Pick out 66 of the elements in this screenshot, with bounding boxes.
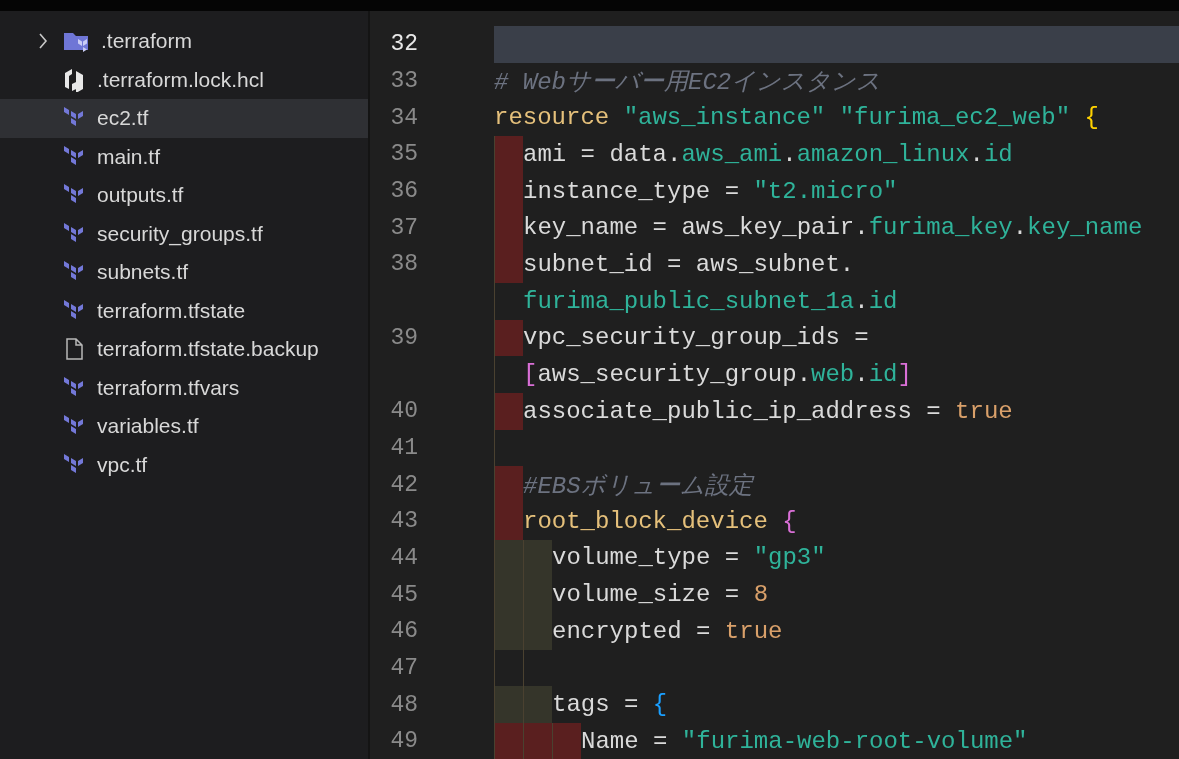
indent-marker xyxy=(494,319,523,357)
code-line: subnet_id = aws_subnet. xyxy=(523,250,855,278)
hcl-icon xyxy=(63,67,85,92)
code-line: key_name = aws_key_pair.furima_key.key_name xyxy=(523,214,1143,242)
line-number: 41 xyxy=(390,434,418,461)
code-line: associate_public_ip_address = true xyxy=(523,397,1013,425)
code-line: root_block_device { xyxy=(523,507,797,535)
line-number: 47 xyxy=(390,655,418,682)
code-line: volume_size = 8 xyxy=(552,581,769,609)
file-item[interactable]: main.tf xyxy=(0,137,368,176)
line-number: 38 xyxy=(390,251,418,278)
line-number: 49 xyxy=(390,728,418,755)
indent-marker xyxy=(494,502,523,540)
indent-marker xyxy=(494,686,523,724)
indent-marker xyxy=(523,723,552,759)
indent-marker xyxy=(523,539,552,577)
file-item[interactable]: ec2.tf xyxy=(0,99,368,138)
code-line: Name = "furima-web-root-volume" xyxy=(581,727,1028,755)
code-line: resource "aws_instance" "furima_ec2_web" { xyxy=(494,104,1099,132)
chevron-icon[interactable] xyxy=(37,32,49,51)
file-item[interactable]: terraform.tfvars xyxy=(0,368,368,407)
line-number: 48 xyxy=(390,691,418,718)
line-number: 40 xyxy=(390,398,418,425)
indent-marker xyxy=(494,466,523,503)
line-number: 37 xyxy=(390,214,418,241)
code-line: furima_public_subnet_1a.id xyxy=(523,287,898,315)
file-item[interactable]: variables.tf xyxy=(0,407,368,446)
indent-marker xyxy=(552,723,581,759)
line-number: 46 xyxy=(390,618,418,645)
code-line: instance_type = "t2.micro" xyxy=(523,177,898,205)
file-item[interactable]: .terraform.lock.hcl xyxy=(0,60,368,99)
line-number: 45 xyxy=(390,581,418,608)
line-number: 39 xyxy=(390,324,418,351)
indent-marker xyxy=(523,686,552,724)
file-item[interactable]: subnets.tf xyxy=(0,253,368,292)
indent-marker xyxy=(494,246,523,283)
line-number: 32 xyxy=(390,31,418,58)
file-item[interactable]: terraform.tfstate.backup xyxy=(0,330,368,369)
line-number: 35 xyxy=(390,141,418,168)
file-icon xyxy=(63,337,85,362)
file-item[interactable]: .terraform xyxy=(0,22,368,61)
indent-marker xyxy=(494,136,523,173)
file-item[interactable]: vpc.tf xyxy=(0,445,368,484)
line-number: 42 xyxy=(390,471,418,498)
code-line: encrypted = true xyxy=(552,617,783,645)
code-line: vpc_security_group_ids = xyxy=(523,324,869,352)
code-line: ami = data.aws_ami.amazon_linux.id xyxy=(523,140,1013,168)
indent-marker xyxy=(494,539,523,577)
line-number: 36 xyxy=(390,178,418,205)
code-line: tags = { xyxy=(552,691,668,719)
file-item[interactable]: outputs.tf xyxy=(0,176,368,215)
indent-marker xyxy=(494,723,523,759)
indent-marker xyxy=(523,613,552,650)
file-item[interactable]: terraform.tfstate xyxy=(0,291,368,330)
code-line: [aws_security_group.web.id] xyxy=(523,361,912,389)
indent-marker xyxy=(494,613,523,650)
code-line: volume_type = "gp3" xyxy=(552,544,826,572)
line-number: 34 xyxy=(390,104,418,131)
indent-marker xyxy=(494,392,523,430)
folder-icon xyxy=(63,30,89,53)
line-number: 43 xyxy=(390,508,418,535)
file-item[interactable]: security_groups.tf xyxy=(0,214,368,253)
line-number: 33 xyxy=(390,68,418,95)
line-number: 44 xyxy=(390,544,418,571)
code-line: #EBSボリューム設定 xyxy=(523,471,753,501)
code-line: # Webサーバー用EC2インスタンス xyxy=(494,68,882,98)
